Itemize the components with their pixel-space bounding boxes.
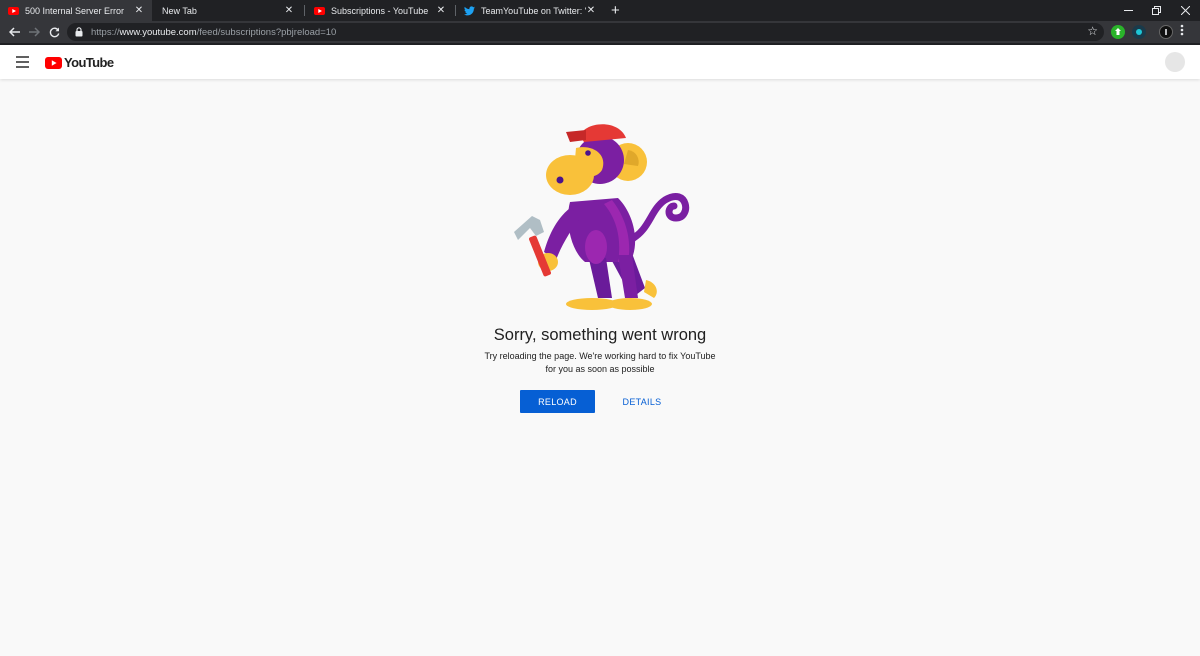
restore-icon[interactable] <box>1141 0 1171 21</box>
close-tab-icon[interactable]: ✕ <box>134 5 144 16</box>
browser-toolbar: https://www.youtube.com/feed/subscriptio… <box>0 21 1200 43</box>
youtube-icon <box>8 5 19 16</box>
tab-divider <box>304 5 305 16</box>
extension-teal-icon[interactable] <box>1132 25 1146 39</box>
minimize-icon[interactable] <box>1113 0 1143 21</box>
youtube-logo[interactable]: YouTube <box>45 55 114 70</box>
lock-icon <box>75 27 85 37</box>
forward-icon[interactable] <box>25 21 43 43</box>
browser-tab-strip: 500 Internal Server Error ✕ New Tab ✕ Su… <box>0 0 1200 21</box>
reload-button[interactable]: RELOAD <box>520 390 595 413</box>
avatar[interactable] <box>1165 52 1185 72</box>
hamburger-menu-icon[interactable] <box>16 56 29 68</box>
twitter-icon <box>464 5 475 16</box>
tab-twitter[interactable]: TeamYouTube on Twitter: "That's ✕ <box>456 0 604 21</box>
tab-title: New Tab <box>162 5 197 16</box>
extension-green-icon[interactable] <box>1111 25 1125 39</box>
profile-icon[interactable] <box>1159 25 1173 39</box>
close-window-icon[interactable] <box>1170 0 1200 21</box>
address-bar[interactable]: https://www.youtube.com/feed/subscriptio… <box>67 23 1104 41</box>
tab-title: 500 Internal Server Error <box>25 5 125 16</box>
tab-subscriptions[interactable]: Subscriptions - YouTube ✕ <box>306 0 454 21</box>
logo-wordmark: YouTube <box>64 55 114 70</box>
back-icon[interactable] <box>5 21 23 43</box>
details-button[interactable]: DETAILS <box>612 390 672 413</box>
url-text: https://www.youtube.com/feed/subscriptio… <box>91 27 336 38</box>
error-description-line: for you as soon as possible <box>545 364 655 374</box>
error-description-line: Try reloading the page. We're working ha… <box>484 351 716 361</box>
new-tab-button[interactable]: + <box>611 1 620 20</box>
youtube-icon <box>314 5 325 16</box>
youtube-play-icon <box>45 56 62 69</box>
tab-title: Subscriptions - YouTube <box>331 5 429 16</box>
close-tab-icon[interactable]: ✕ <box>436 5 446 16</box>
browser-menu-icon[interactable] <box>1180 24 1184 39</box>
bookmark-star-icon[interactable]: ☆ <box>1087 24 1098 38</box>
url-host: www.youtube.com <box>119 26 197 38</box>
monkey-illustration <box>514 124 690 310</box>
tab-new-tab[interactable]: New Tab ✕ <box>154 0 302 21</box>
tab-500-error[interactable]: 500 Internal Server Error ✕ <box>0 0 152 21</box>
youtube-header: YouTube <box>0 45 1200 79</box>
url-scheme: https:// <box>91 26 120 38</box>
close-tab-icon[interactable]: ✕ <box>586 5 596 16</box>
reload-page-icon[interactable] <box>45 21 63 43</box>
error-title: Sorry, something went wrong <box>493 326 707 344</box>
url-path: /feed/subscriptions?pbjreload=10 <box>196 26 337 38</box>
tab-title: TeamYouTube on Twitter: "That's <box>481 5 586 16</box>
close-tab-icon[interactable]: ✕ <box>284 5 294 16</box>
error-description: Try reloading the page. We're working ha… <box>480 350 720 376</box>
